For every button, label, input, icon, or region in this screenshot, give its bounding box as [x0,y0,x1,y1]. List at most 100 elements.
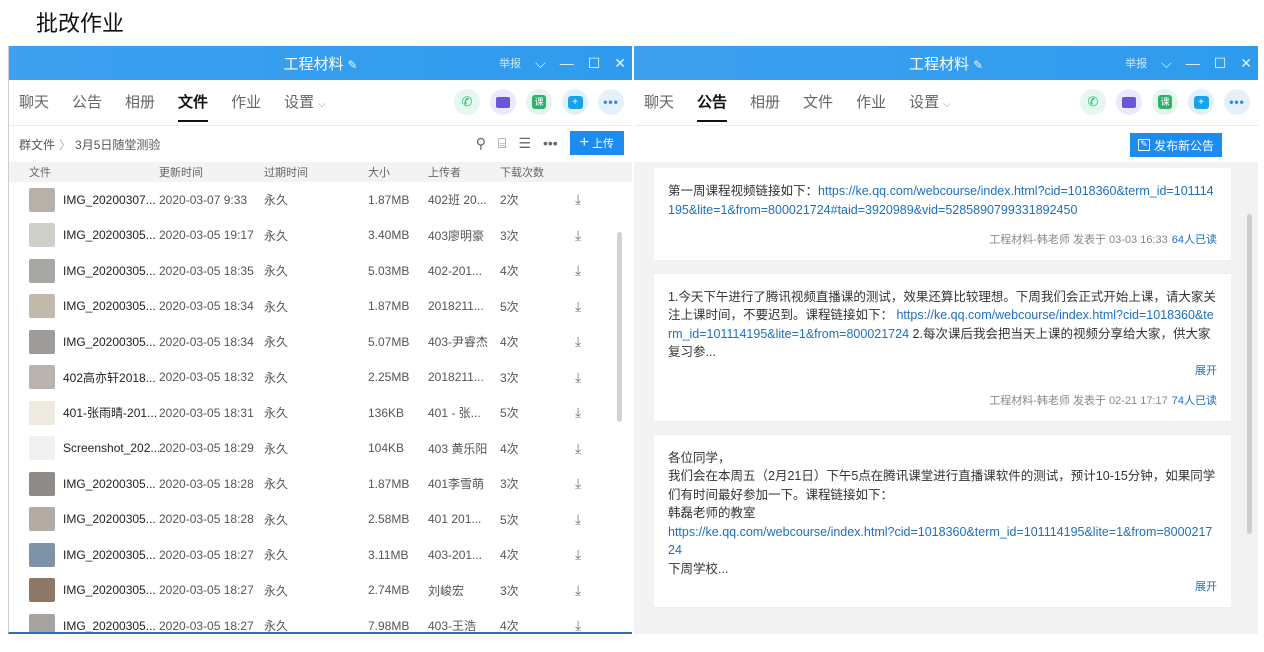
file-row[interactable]: IMG_20200305... 2020-03-05 18:35 永久 5.03MB 4… [9,253,632,289]
edit-title-icon[interactable]: ✎ [973,58,983,72]
phone-icon[interactable]: ✆ [1080,89,1106,115]
tab-album[interactable]: 相册 [125,80,155,126]
file-size: 2.58MB [368,512,410,527]
edit-title-icon[interactable]: ✎ [347,58,357,72]
tab-files[interactable]: 文件 [178,80,209,126]
message-icon[interactable]: + [562,89,588,115]
file-list: IMG_20200307... 2020-03-07 9:33 永久 1.87MB 40… [9,182,632,634]
list-view-icon[interactable]: ☰ [518,135,531,152]
read-count[interactable]: 64人已读 [1172,234,1217,246]
tab-settings[interactable]: 设置 ⌵ [909,80,951,126]
minimize-icon[interactable]: — [1186,55,1200,71]
video-icon[interactable] [490,89,516,115]
phone-icon[interactable]: ✆ [454,89,480,115]
file-row[interactable]: IMG_20200305... 2020-03-05 18:27 永久 7.98MB 4… [9,608,632,634]
more-icon[interactable]: ••• [543,135,558,151]
expand-link[interactable]: 展开 [668,362,1217,381]
chevron-down-icon[interactable]: ⌵ [535,55,546,72]
notice-author-time: 工程材料-韩老师 发表于 03-03 16:33 [989,234,1168,246]
file-row[interactable]: IMG_20200305... 2020-03-05 18:28 永久 2.58MB 4… [9,502,632,538]
file-time: 2020-03-05 18:27 [159,547,254,562]
close-icon[interactable]: ✕ [1240,55,1252,72]
download-icon[interactable]: ⤓ [575,298,581,315]
file-expire: 永久 [264,512,289,527]
tab-chat[interactable]: 聊天 [19,80,49,126]
download-icon[interactable]: ⤓ [575,440,581,457]
maximize-icon[interactable]: ☐ [1214,55,1227,72]
title-bar[interactable]: 工程材料 ✎ 举报 ⌵ — ☐ ✕ [634,46,1258,80]
report-button[interactable]: 举报 [1125,55,1147,71]
title-bar[interactable]: 工程材料 ✎ 举报 ⌵ — ☐ ✕ [9,46,632,80]
close-icon[interactable]: ✕ [614,55,626,72]
notice-card[interactable]: 各位同学， 我们会在本周五（2月21日）下午5点在腾讯课堂进行直播课软件的测试，… [654,434,1231,607]
download-icon[interactable]: ⤓ [575,333,581,350]
col-time[interactable]: 更新时间 [159,164,264,180]
breadcrumb-separator: 〉 [59,137,72,152]
notice-card[interactable]: 1.今天下午进行了腾讯视频直播课的测试，效果还算比较理想。下周我们会正式开始上课… [654,273,1231,421]
file-downloads: 5次 [500,299,519,314]
tab-homework[interactable]: 作业 [231,80,261,126]
file-downloads: 4次 [500,619,519,634]
col-file[interactable]: 文件 [9,164,159,180]
download-icon[interactable]: ⤓ [575,582,581,599]
file-expire: 永久 [264,228,289,243]
download-icon[interactable]: ⤓ [575,369,581,386]
col-downloads[interactable]: 下载次数 [500,164,570,180]
scrollbar[interactable] [1247,214,1252,534]
file-row[interactable]: IMG_20200305... 2020-03-05 18:34 永久 5.07MB 4… [9,324,632,360]
download-icon[interactable]: ⤓ [575,191,581,208]
tab-chat[interactable]: 聊天 [644,80,674,126]
notice-card[interactable]: 第一周课程视频链接如下：https://ke.qq.com/webcourse/… [654,168,1231,260]
file-row[interactable]: IMG_20200305... 2020-03-05 18:34 永久 1.87MB 2… [9,289,632,325]
download-icon[interactable]: ⤓ [575,262,581,279]
expand-link[interactable]: 展开 [668,578,1217,597]
classroom-icon[interactable]: 课 [1152,89,1178,115]
file-name: IMG_20200305... [63,476,156,491]
notice-link[interactable]: https://ke.qq.com/webcourse/index.html?c… [668,525,1212,558]
download-icon[interactable]: ⤓ [575,511,581,528]
minimize-icon[interactable]: — [560,55,574,71]
report-button[interactable]: 举报 [499,55,521,71]
download-icon[interactable]: ⤓ [575,404,581,421]
file-uploader: 2018211... [428,299,484,314]
file-row[interactable]: 402高亦轩2018... 2020-03-05 18:32 永久 2.25MB 201… [9,360,632,396]
tab-settings[interactable]: 设置 ⌵ [284,80,326,126]
notice-meta: 工程材料-韩老师 发表于 02-21 17:17 74人已读 [668,392,1217,411]
publish-notice-button[interactable]: ✎ 发布新公告 [1129,133,1222,157]
download-icon[interactable]: ⤓ [575,475,581,492]
tab-homework[interactable]: 作业 [856,80,886,126]
classroom-icon[interactable]: 课 [526,89,552,115]
file-row[interactable]: 401-张雨晴-201... 2020-03-05 18:31 永久 136KB 401… [9,395,632,431]
file-row[interactable]: Screenshot_202... 2020-03-05 18:29 永久 104KB… [9,431,632,467]
tab-settings-label: 设置 [284,93,315,111]
file-row[interactable]: IMG_20200307... 2020-03-07 9:33 永久 1.87MB 40… [9,182,632,218]
file-row[interactable]: IMG_20200305... 2020-03-05 18:28 永久 1.87MB 4… [9,466,632,502]
read-count[interactable]: 74人已读 [1172,395,1217,407]
message-icon[interactable]: + [1188,89,1214,115]
chevron-down-icon[interactable]: ⌵ [1161,55,1172,72]
file-row[interactable]: IMG_20200305... 2020-03-05 18:27 永久 3.11MB 4… [9,537,632,573]
tab-notice[interactable]: 公告 [697,80,728,126]
tab-notice[interactable]: 公告 [72,80,102,126]
col-uploader[interactable]: 上传者 [428,164,500,180]
col-expire[interactable]: 过期时间 [264,164,368,180]
download-icon[interactable]: ⤓ [575,227,581,244]
download-icon[interactable]: ⤓ [575,617,581,632]
file-uploader: 2018211... [428,370,484,385]
scrollbar[interactable] [617,232,622,422]
file-row[interactable]: IMG_20200305... 2020-03-05 19:17 永久 3.40MB 4… [9,218,632,254]
col-size[interactable]: 大小 [368,164,428,180]
tab-files[interactable]: 文件 [803,80,833,126]
search-icon[interactable]: ⚲ [476,135,486,152]
more-icon[interactable]: ••• [1224,89,1250,115]
upload-button[interactable]: + 上传 [569,131,624,155]
video-icon[interactable] [1116,89,1142,115]
file-size: 104KB [368,441,405,456]
download-icon[interactable]: ⤓ [575,546,581,563]
breadcrumb-root[interactable]: 群文件 [19,136,55,153]
inbox-icon[interactable]: ⌸ [498,135,506,152]
tab-album[interactable]: 相册 [750,80,780,126]
maximize-icon[interactable]: ☐ [588,55,601,72]
more-icon[interactable]: ••• [598,89,624,115]
file-row[interactable]: IMG_20200305... 2020-03-05 18:27 永久 2.74MB 刘… [9,573,632,609]
